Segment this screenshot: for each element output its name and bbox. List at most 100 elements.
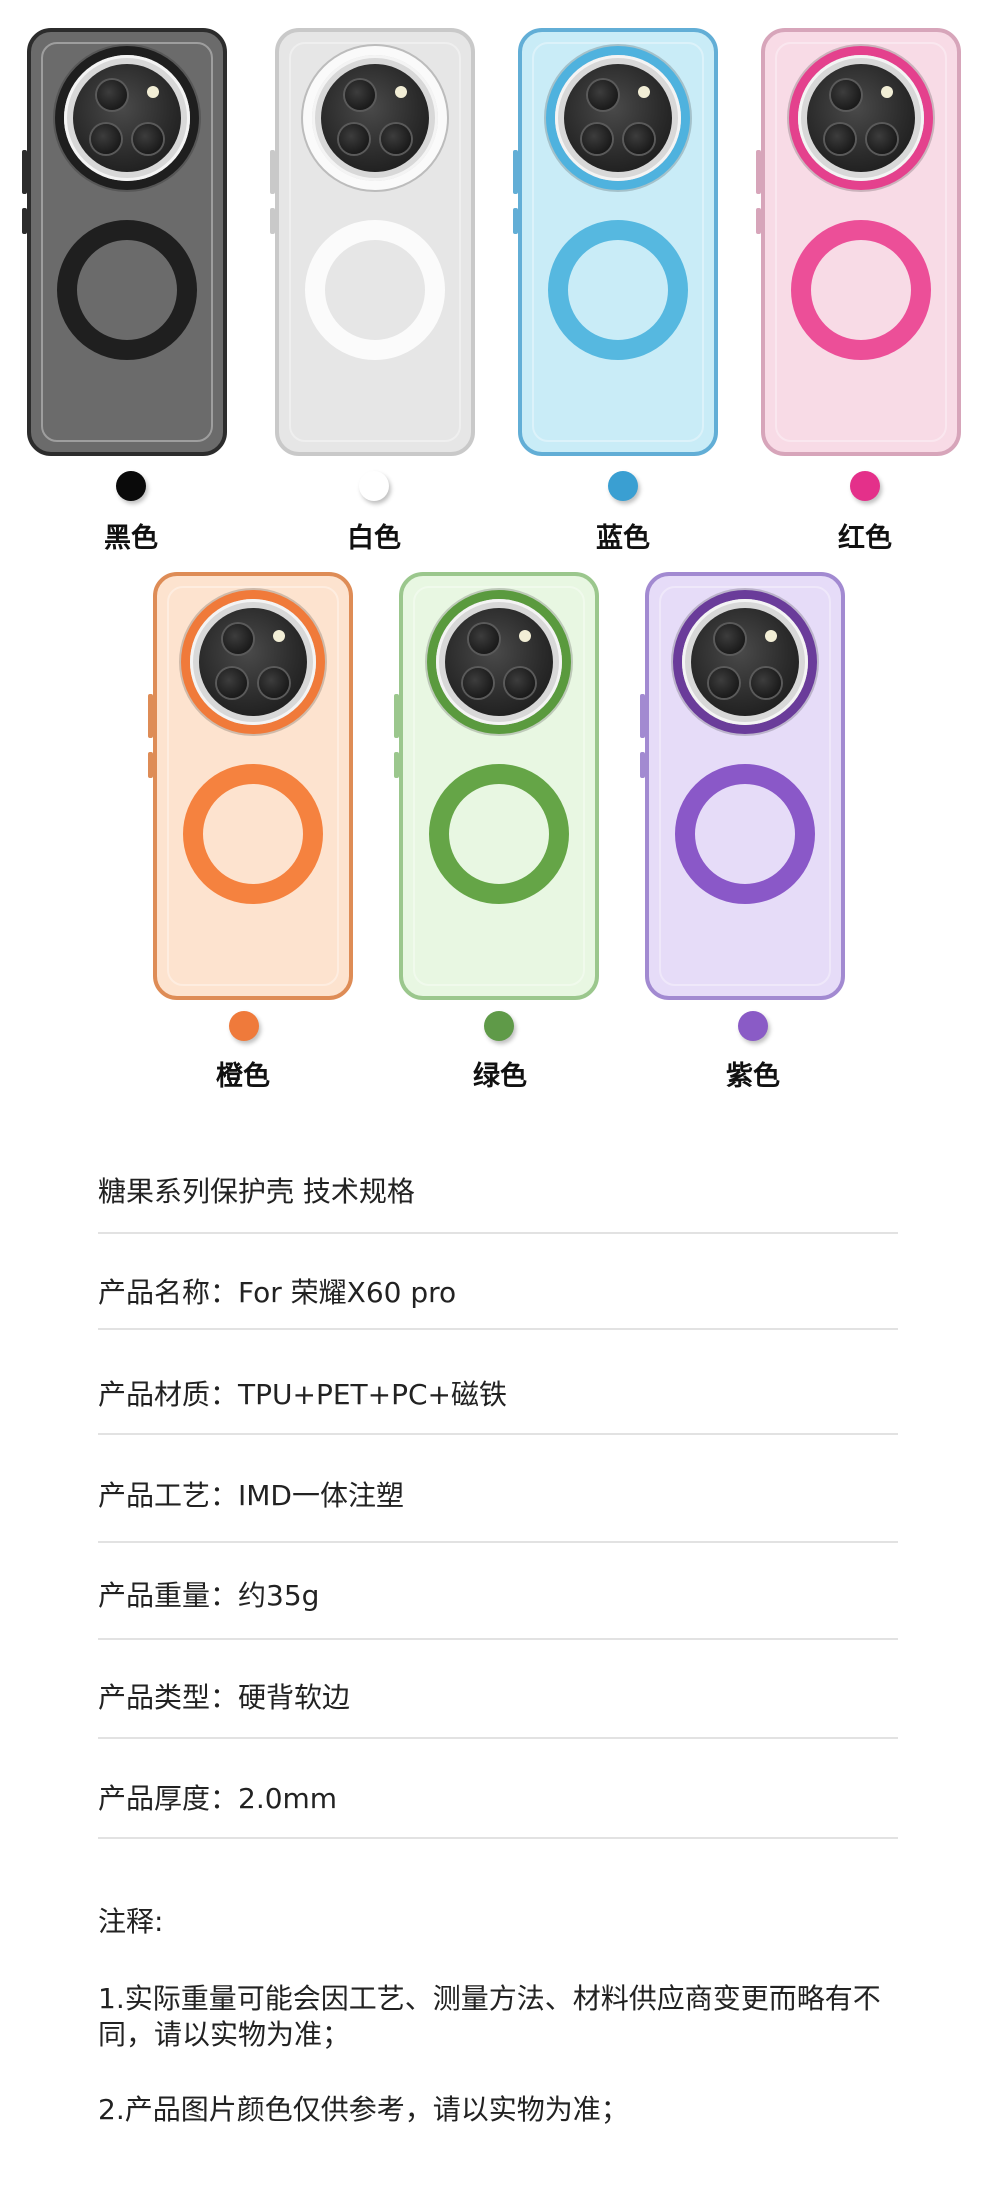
color-label-purple: 紫色 [726,1061,780,1092]
magnetic-ring [305,220,445,360]
lens-icon [381,124,411,154]
phone-case-white [270,28,475,456]
color-swatch-purple [738,1011,768,1041]
lens-icon [867,124,897,154]
side-button [640,752,645,778]
lens-icon [339,124,369,154]
color-swatch-blue [608,471,638,501]
camera-rim [555,55,681,181]
product-detail-page: 黑色 白色 蓝色 红色 橙色 绿色 紫色 糖果系列保护壳 技术规格 产品名称：F… [0,0,1000,2200]
side-button [513,208,518,234]
color-swatch-orange [229,1011,259,1041]
camera-rim [798,55,924,181]
color-label-black: 黑色 [104,523,158,554]
divider [98,1737,898,1739]
camera-module [427,590,571,734]
phone-case-red [756,28,961,456]
magnetic-ring [548,220,688,360]
spec-title: 糖果系列保护壳 技术规格 [98,1175,415,1208]
lens-icon [715,624,745,654]
camera-rim [312,55,438,181]
camera-rim [682,599,808,725]
phone-case-purple [640,572,845,1000]
flash-icon [395,86,407,98]
lens-icon [751,668,781,698]
note-item-1: 1.实际重量可能会因工艺、测量方法、材料供应商变更而略有不同，请以实物为准； [98,1982,881,2051]
flash-icon [519,630,531,642]
phone-case-black [22,28,227,456]
camera-lens-cluster [564,64,672,172]
divider [98,1837,898,1839]
color-swatch-green [484,1011,514,1041]
spec-row-process: 产品工艺：IMD一体注塑 [98,1479,404,1512]
color-label-white: 白色 [347,523,401,554]
lens-icon [825,124,855,154]
magnetic-ring [429,764,569,904]
side-button [394,752,399,778]
lens-icon [505,668,535,698]
lens-icon [469,624,499,654]
camera-module [181,590,325,734]
color-swatch-white [359,471,389,501]
divider [98,1433,898,1435]
spec-row-product-name: 产品名称：For 荣耀X60 pro [98,1276,457,1309]
divider [98,1328,898,1330]
camera-module [673,590,817,734]
side-button [513,150,518,194]
side-button [640,694,645,738]
spec-row-weight: 产品重量：约35g [98,1579,320,1612]
camera-lens-cluster [445,608,553,716]
phone-case-orange [148,572,353,1000]
magnetic-ring [791,220,931,360]
lens-icon [582,124,612,154]
lens-icon [709,668,739,698]
divider [98,1541,898,1543]
spec-row-material: 产品材质：TPU+PET+PC+磁铁 [98,1378,507,1411]
side-button [756,150,761,194]
phone-case-blue [513,28,718,456]
side-button [148,752,153,778]
divider [98,1232,898,1234]
notes-heading: 注释: [98,1905,164,1938]
camera-rim [190,599,316,725]
flash-icon [147,86,159,98]
camera-module [303,46,447,190]
flash-icon [765,630,777,642]
camera-lens-cluster [73,64,181,172]
lens-icon [97,80,127,110]
side-button [22,150,27,194]
side-button [270,150,275,194]
lens-icon [831,80,861,110]
side-button [148,694,153,738]
camera-module [55,46,199,190]
lens-icon [217,668,247,698]
camera-lens-cluster [691,608,799,716]
camera-lens-cluster [807,64,915,172]
camera-module [789,46,933,190]
camera-lens-cluster [321,64,429,172]
side-button [756,208,761,234]
flash-icon [881,86,893,98]
side-button [270,208,275,234]
flash-icon [638,86,650,98]
lens-icon [223,624,253,654]
lens-icon [345,80,375,110]
phone-case-green [394,572,599,1000]
side-button [394,694,399,738]
camera-rim [436,599,562,725]
lens-icon [624,124,654,154]
side-button [22,208,27,234]
flash-icon [273,630,285,642]
color-label-red: 红色 [838,523,892,554]
color-label-green: 绿色 [473,1061,527,1092]
lens-icon [91,124,121,154]
magnetic-ring [183,764,323,904]
color-swatch-red [850,471,880,501]
magnetic-ring [675,764,815,904]
spec-row-thickness: 产品厚度：2.0mm [98,1782,338,1815]
color-label-orange: 橙色 [216,1061,270,1092]
lens-icon [133,124,163,154]
lens-icon [463,668,493,698]
lens-icon [588,80,618,110]
camera-rim [64,55,190,181]
